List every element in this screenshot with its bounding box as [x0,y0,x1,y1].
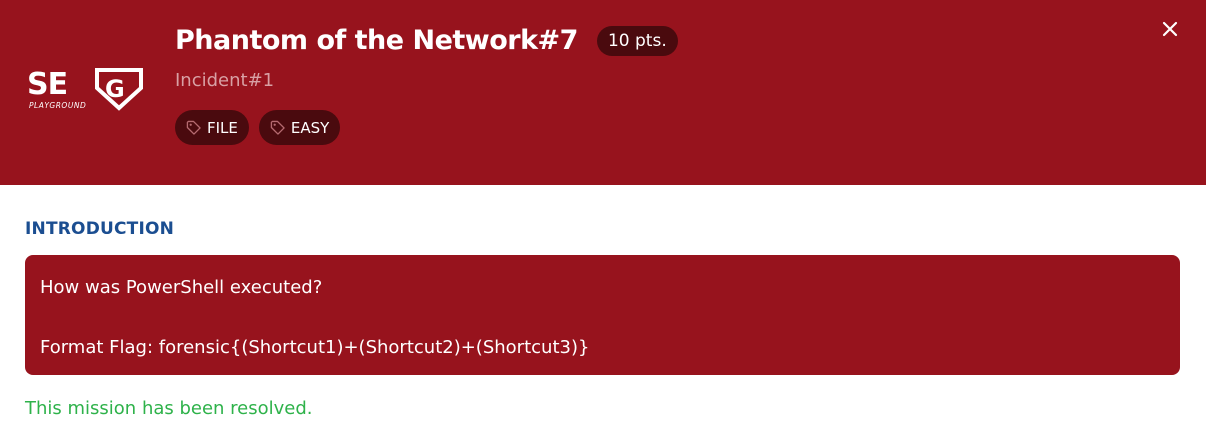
svg-text:G: G [105,75,125,103]
tag-label: FILE [207,118,238,137]
tag-icon [270,120,285,135]
title-row: Phantom of the Network#7 10 pts. [175,25,678,56]
challenge-header: SE G PLAYGROUND Phantom of the Network#7… [0,0,1206,185]
intro-flag-format: Format Flag: forensic{(Shortcut1)+(Short… [40,337,590,358]
svg-text:SE: SE [27,67,67,102]
svg-text:PLAYGROUND: PLAYGROUND [29,101,86,110]
points-badge: 10 pts. [596,25,678,56]
intro-spacer [40,303,1165,333]
tag-easy: EASY [258,110,341,145]
tag-icon [186,120,201,135]
resolved-status: This mission has been resolved. [25,398,313,419]
challenge-subtitle: Incident#1 [175,70,275,91]
tag-label: EASY [290,118,330,137]
intro-question: How was PowerShell executed? [40,277,323,298]
seg-playground-logo: SE G PLAYGROUND [27,64,143,112]
tag-list: FILE EASY [175,110,350,145]
introduction-box: How was PowerShell executed? Format Flag… [25,255,1180,375]
challenge-title: Phantom of the Network#7 [175,25,578,56]
introduction-heading: INTRODUCTION [25,219,175,239]
close-icon[interactable] [1159,18,1181,40]
tag-file: FILE [175,110,249,145]
